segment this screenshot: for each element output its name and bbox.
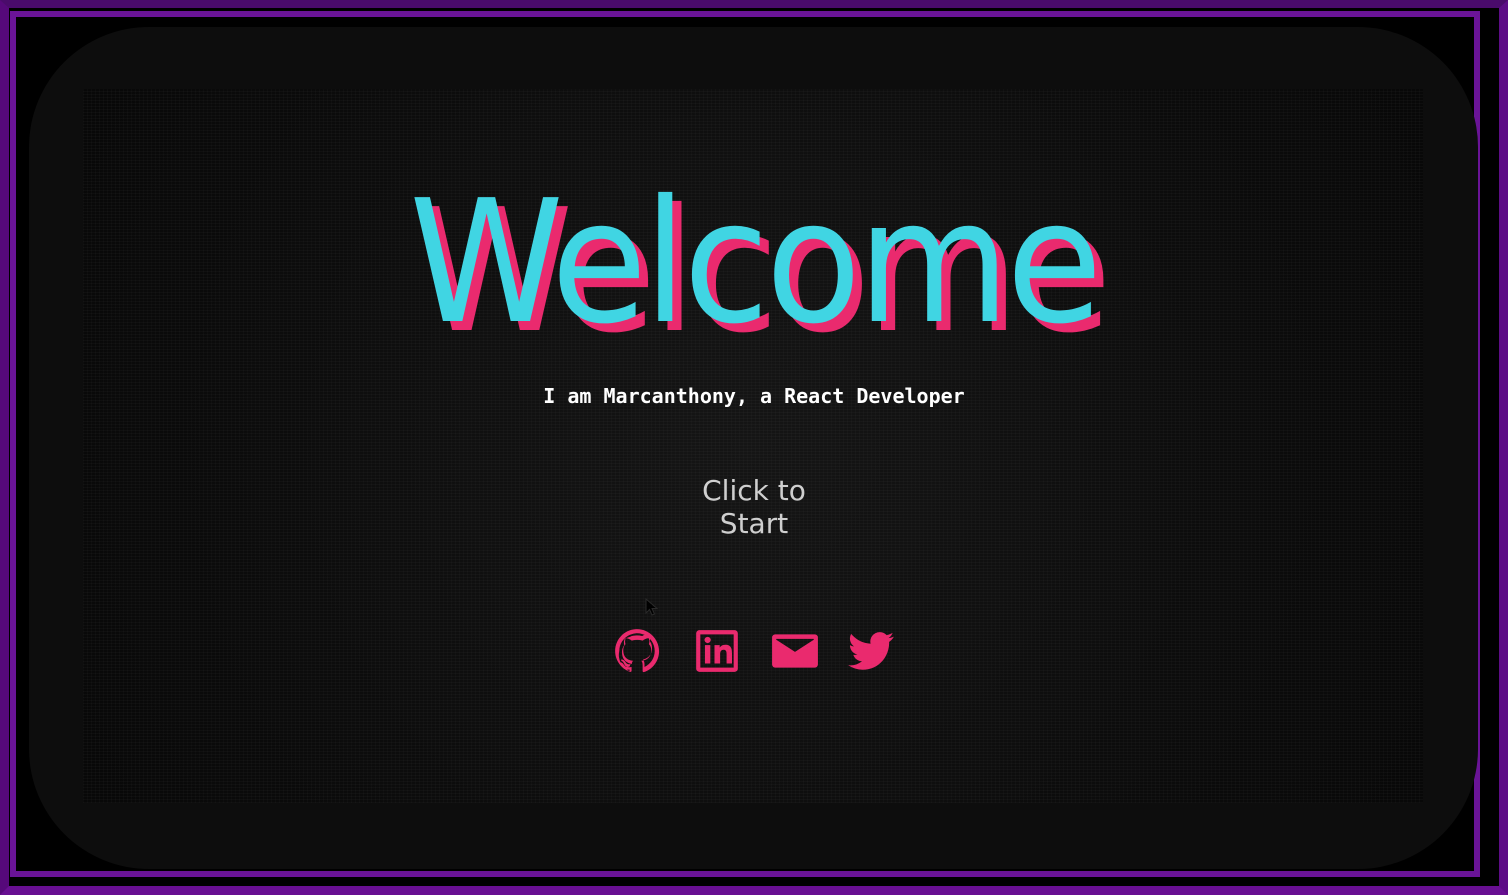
mouse-cursor-icon — [645, 598, 659, 616]
github-icon — [615, 629, 660, 673]
email-link[interactable] — [770, 626, 820, 676]
intro-subtitle: I am Marcanthony, a React Developer — [543, 384, 965, 408]
start-button[interactable]: Click to Start — [664, 474, 844, 540]
social-links — [612, 626, 898, 678]
email-icon — [772, 634, 818, 668]
welcome-title: Welcome — [409, 164, 1102, 362]
linkedin-icon — [696, 630, 738, 672]
twitter-link[interactable] — [846, 626, 896, 676]
twitter-icon — [848, 632, 894, 670]
linkedin-link[interactable] — [692, 626, 742, 676]
github-link[interactable] — [612, 626, 662, 676]
crt-screen — [29, 27, 1478, 869]
